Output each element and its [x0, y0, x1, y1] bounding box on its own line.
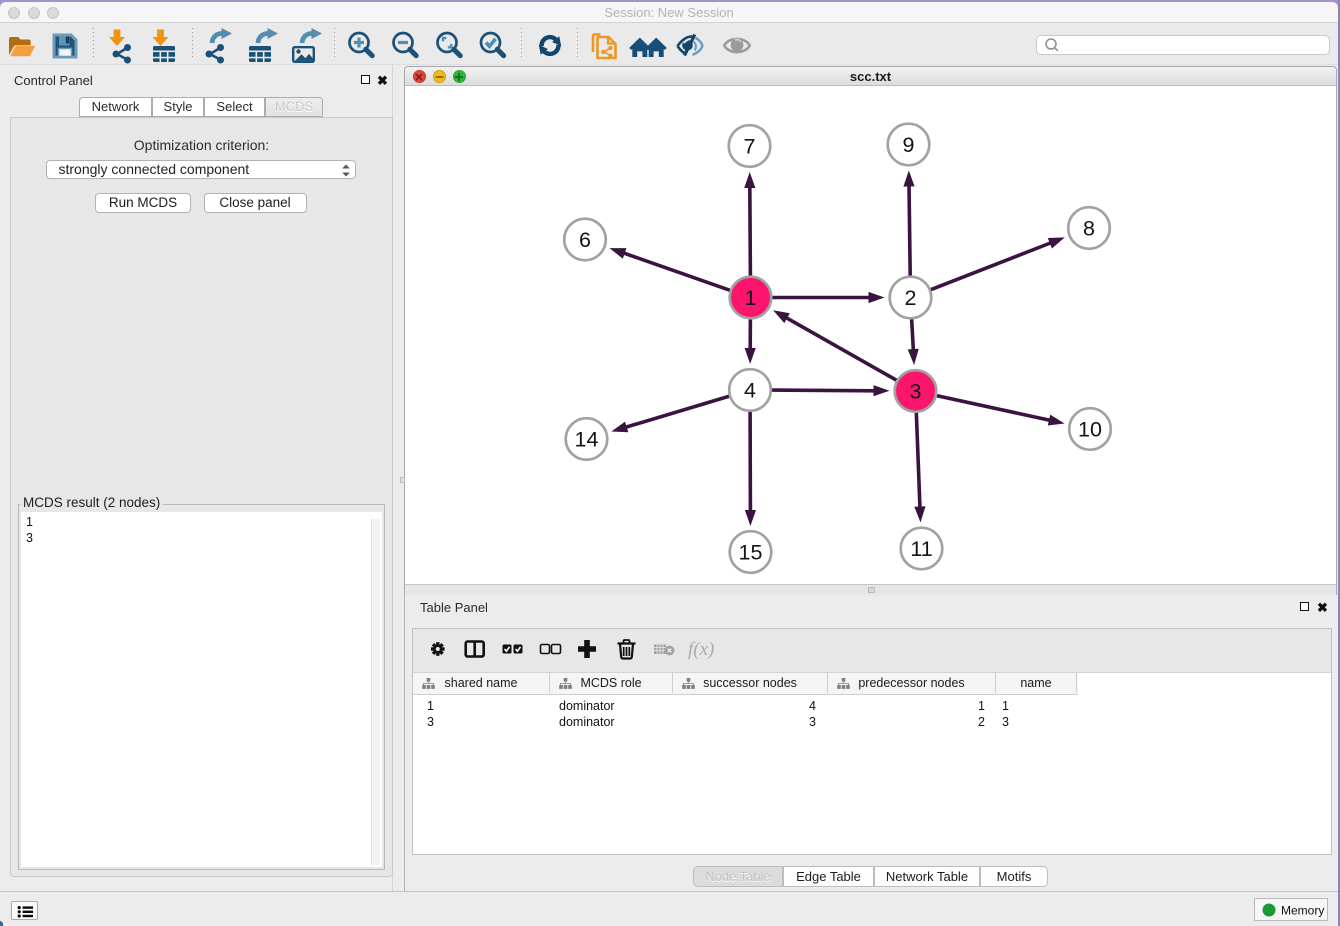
- svg-text:2: 2: [905, 286, 917, 310]
- svg-text:8: 8: [1083, 217, 1095, 241]
- svg-text:14: 14: [575, 428, 599, 452]
- svg-text:9: 9: [903, 133, 915, 157]
- svg-text:3: 3: [910, 380, 922, 404]
- svg-text:1: 1: [745, 286, 757, 310]
- svg-text:15: 15: [739, 541, 763, 565]
- svg-text:11: 11: [910, 537, 932, 561]
- svg-text:4: 4: [744, 379, 756, 403]
- svg-text:Memory: Memory: [1281, 904, 1324, 918]
- svg-text:f(x): f(x): [688, 639, 714, 660]
- svg-text:7: 7: [744, 135, 756, 159]
- svg-text:10: 10: [1078, 418, 1102, 442]
- svg-text:6: 6: [579, 228, 591, 252]
